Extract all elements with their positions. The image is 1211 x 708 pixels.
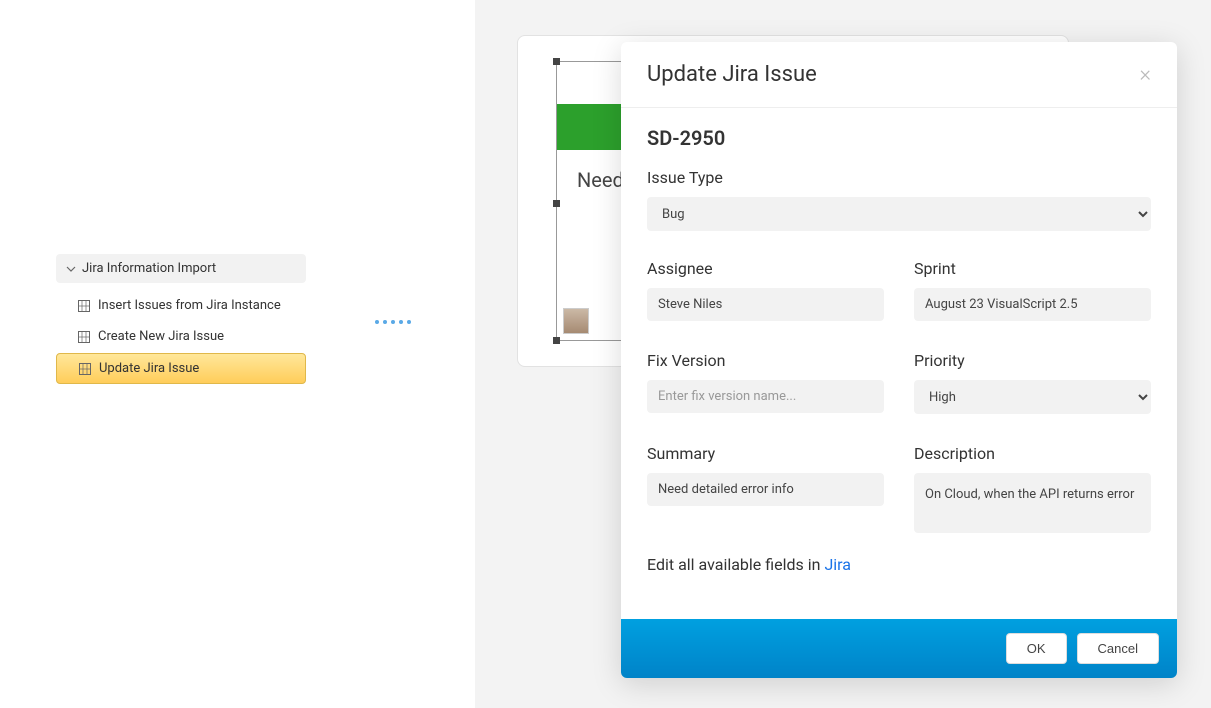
sidebar-item-create-issue[interactable]: Create New Jira Issue	[56, 322, 306, 351]
resize-handle-nw[interactable]	[553, 58, 560, 65]
menu-header-jira-import[interactable]: Jira Information Import	[56, 254, 306, 283]
avatar	[563, 308, 589, 334]
resize-handle-sw[interactable]	[553, 337, 560, 344]
sprint-input[interactable]	[914, 288, 1151, 321]
sidebar-item-label: Insert Issues from Jira Instance	[98, 298, 281, 313]
grid-icon	[78, 331, 90, 343]
assignee-label: Assignee	[647, 259, 884, 278]
close-icon[interactable]: ×	[1139, 64, 1151, 86]
sidebar-item-insert-issues[interactable]: Insert Issues from Jira Instance	[56, 291, 306, 320]
jira-link[interactable]: Jira	[824, 555, 851, 574]
issue-type-select[interactable]: Bug	[647, 197, 1151, 231]
resize-handle-w[interactable]	[553, 200, 560, 207]
modal-body: SD-2950 Issue Type Bug Assignee Sprint	[621, 108, 1177, 619]
left-panel: Jira Information Import Insert Issues fr…	[0, 0, 475, 708]
fix-version-label: Fix Version	[647, 351, 884, 370]
summary-label: Summary	[647, 444, 884, 463]
priority-select[interactable]: High	[914, 380, 1151, 414]
modal-title: Update Jira Issue	[647, 62, 817, 87]
modal-footer: OK Cancel	[621, 619, 1177, 678]
ok-button[interactable]: OK	[1006, 633, 1067, 664]
edit-text: Edit all available fields in	[647, 555, 824, 574]
description-label: Description	[914, 444, 1151, 463]
update-issue-modal: Update Jira Issue × SD-2950 Issue Type B…	[621, 42, 1177, 678]
issue-type-label: Issue Type	[647, 168, 1151, 187]
sidebar-menu: Jira Information Import Insert Issues fr…	[56, 254, 306, 386]
sidebar-item-label: Create New Jira Issue	[98, 329, 224, 344]
grid-icon	[79, 363, 91, 375]
cancel-button[interactable]: Cancel	[1077, 633, 1159, 664]
fix-version-input[interactable]	[647, 380, 884, 413]
menu-header-label: Jira Information Import	[82, 261, 216, 276]
modal-header: Update Jira Issue ×	[621, 42, 1177, 108]
summary-input[interactable]	[647, 473, 884, 506]
panel-resize-handle[interactable]	[375, 320, 411, 324]
edit-in-jira-line: Edit all available fields in Jira	[647, 555, 1151, 574]
description-textarea[interactable]	[914, 473, 1151, 533]
issue-key: SD-2950	[647, 126, 1151, 150]
sidebar-item-label: Update Jira Issue	[99, 361, 199, 376]
canvas-area: Need Update Jira Issue × SD-2950 Issue T…	[475, 0, 1211, 708]
assignee-input[interactable]	[647, 288, 884, 321]
sidebar-item-update-issue[interactable]: Update Jira Issue	[56, 353, 306, 384]
priority-label: Priority	[914, 351, 1151, 370]
chevron-down-icon	[66, 264, 76, 274]
sprint-label: Sprint	[914, 259, 1151, 278]
grid-icon	[78, 300, 90, 312]
